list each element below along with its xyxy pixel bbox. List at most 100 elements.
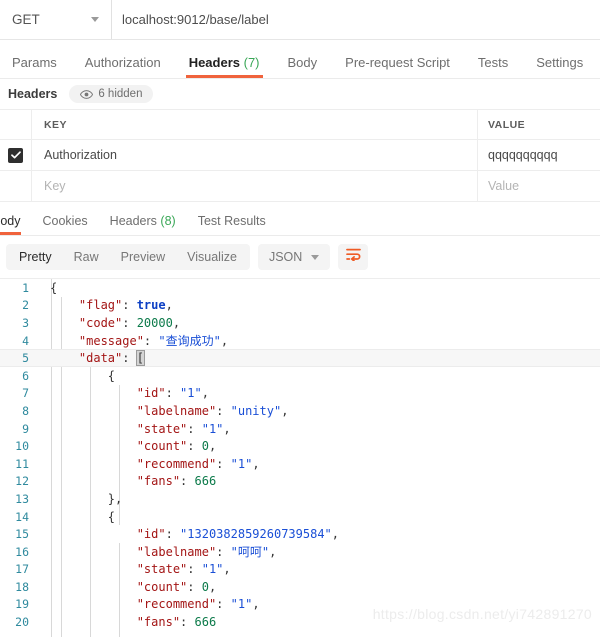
- tab-settings[interactable]: Settings: [536, 55, 583, 78]
- tab-pre-request-script[interactable]: Pre-request Script: [345, 55, 450, 78]
- code-line[interactable]: 3 "code": 20000,: [0, 314, 600, 332]
- code-token: :: [165, 386, 181, 401]
- line-number: 18: [15, 579, 29, 594]
- code-line[interactable]: 8 "labelname": "unity",: [0, 402, 600, 420]
- code-token: ,: [252, 456, 260, 471]
- code-line-content: "recommend": "1",: [40, 597, 600, 611]
- code-token: ,: [208, 439, 217, 454]
- code-token: "1320382859260739584": [180, 527, 332, 542]
- body-view-mode-group: Pretty Raw Preview Visualize: [6, 244, 250, 270]
- body-view-preview[interactable]: Preview: [110, 244, 176, 270]
- code-line[interactable]: 13 },: [0, 490, 600, 508]
- code-token: "state": [50, 562, 188, 577]
- code-line-content: "fans": 666: [40, 474, 600, 488]
- code-line-content: {: [40, 281, 600, 295]
- line-number: 16: [15, 544, 29, 559]
- code-line[interactable]: 17 "state": "1",: [0, 561, 600, 579]
- code-line[interactable]: 14 {: [0, 508, 600, 526]
- http-method-dropdown[interactable]: GET: [0, 0, 112, 39]
- tab-count: (7): [243, 55, 260, 70]
- code-line-content: "labelname": "unity",: [40, 404, 600, 418]
- code-line[interactable]: 5 "data": [: [0, 349, 600, 367]
- table-row[interactable]: Authorization qqqqqqqqqq: [0, 140, 600, 171]
- header-value-input[interactable]: qqqqqqqqqq: [478, 140, 600, 170]
- code-token: "labelname": [50, 403, 217, 418]
- text-wrap-button[interactable]: [338, 244, 369, 270]
- body-view-visualize[interactable]: Visualize: [176, 244, 248, 270]
- code-token: "labelname": [50, 545, 217, 560]
- code-token: "flag": [50, 298, 123, 313]
- code-token: [: [135, 350, 145, 367]
- line-number: 12: [15, 474, 29, 489]
- line-number: 10: [15, 439, 29, 454]
- code-line[interactable]: 19 "recommend": "1",: [0, 596, 600, 614]
- hidden-headers-badge[interactable]: 6 hidden: [69, 85, 154, 103]
- code-token: :: [143, 334, 159, 349]
- new-header-value-input[interactable]: Value: [478, 171, 600, 201]
- code-token: :: [122, 298, 137, 313]
- code-token: ,: [208, 579, 217, 594]
- response-tab-label: Cookies: [42, 214, 88, 228]
- code-line-content: },: [40, 492, 600, 506]
- tab-params[interactable]: Params: [12, 55, 57, 78]
- code-token: ,: [223, 562, 231, 577]
- request-url-bar: GET localhost:9012/base/label: [0, 0, 600, 40]
- headers-table-header-row: KEY VALUE: [0, 110, 600, 140]
- body-format-dropdown[interactable]: JSON: [257, 244, 331, 270]
- line-number: 11: [15, 456, 29, 471]
- code-line[interactable]: 2 "flag": true,: [0, 297, 600, 315]
- tab-headers[interactable]: Headers (7): [185, 55, 263, 78]
- code-line[interactable]: 9 "state": "1",: [0, 420, 600, 438]
- code-token: 0: [201, 579, 209, 594]
- code-line[interactable]: 15 "id": "1320382859260739584",: [0, 525, 600, 543]
- response-tab-cookies[interactable]: Cookies: [43, 214, 88, 235]
- row-checkbox[interactable]: [8, 147, 23, 163]
- code-line-content: {: [40, 510, 600, 524]
- response-tab-test-results[interactable]: Test Results: [198, 214, 266, 235]
- response-body-code[interactable]: 1{2 "flag": true, 3 "code": 20000, 4 "mess…: [0, 279, 600, 637]
- code-line[interactable]: 16 "labelname": "呵呵",: [0, 543, 600, 561]
- code-token: "count": [50, 439, 188, 454]
- code-line-content: "id": "1320382859260739584",: [40, 527, 600, 541]
- tab-tests[interactable]: Tests: [478, 55, 508, 78]
- table-row-new[interactable]: Key Value: [0, 171, 600, 202]
- code-token: :: [165, 527, 181, 542]
- line-number: 8: [22, 403, 29, 418]
- code-token: :: [216, 545, 231, 560]
- response-tab-body[interactable]: Body: [0, 214, 21, 235]
- body-view-raw[interactable]: Raw: [63, 244, 110, 270]
- line-number: 4: [22, 333, 29, 348]
- code-token: },: [50, 491, 123, 506]
- response-tab-label: Body: [0, 214, 21, 228]
- code-line[interactable]: 1{: [0, 279, 600, 297]
- code-token: "code": [50, 315, 123, 330]
- line-number: 13: [15, 491, 29, 506]
- code-line[interactable]: 11 "recommend": "1",: [0, 455, 600, 473]
- url-input[interactable]: localhost:9012/base/label: [112, 0, 600, 39]
- chevron-down-icon: [311, 254, 320, 260]
- line-number: 14: [15, 509, 29, 524]
- code-line[interactable]: 20 "fans": 666: [0, 613, 600, 631]
- code-line[interactable]: 10 "count": 0,: [0, 437, 600, 455]
- code-token: :: [180, 615, 195, 630]
- line-number: 9: [22, 421, 29, 436]
- code-token: "1": [230, 597, 253, 612]
- code-token: "count": [50, 579, 188, 594]
- tab-label: Tests: [477, 55, 509, 70]
- header-key-input[interactable]: Authorization: [32, 140, 478, 170]
- code-token: ,: [172, 315, 181, 330]
- code-line[interactable]: 6 {: [0, 367, 600, 385]
- body-view-pretty[interactable]: Pretty: [8, 244, 63, 270]
- code-line[interactable]: 18 "count": 0,: [0, 578, 600, 596]
- tab-authorization[interactable]: Authorization: [85, 55, 161, 78]
- code-line[interactable]: 4 "message": "查询成功",: [0, 332, 600, 350]
- code-line[interactable]: 7 "id": "1",: [0, 385, 600, 403]
- code-line-content: "count": 0,: [40, 580, 600, 594]
- code-line[interactable]: 12 "fans": 666: [0, 473, 600, 491]
- code-token: 0: [201, 439, 209, 454]
- eye-icon: [80, 89, 94, 99]
- tab-body[interactable]: Body: [288, 55, 318, 78]
- response-tab-headers[interactable]: Headers (8): [110, 214, 176, 235]
- response-body-toolbar: Pretty Raw Preview Visualize JSON: [0, 236, 600, 279]
- new-header-key-input[interactable]: Key: [32, 171, 478, 201]
